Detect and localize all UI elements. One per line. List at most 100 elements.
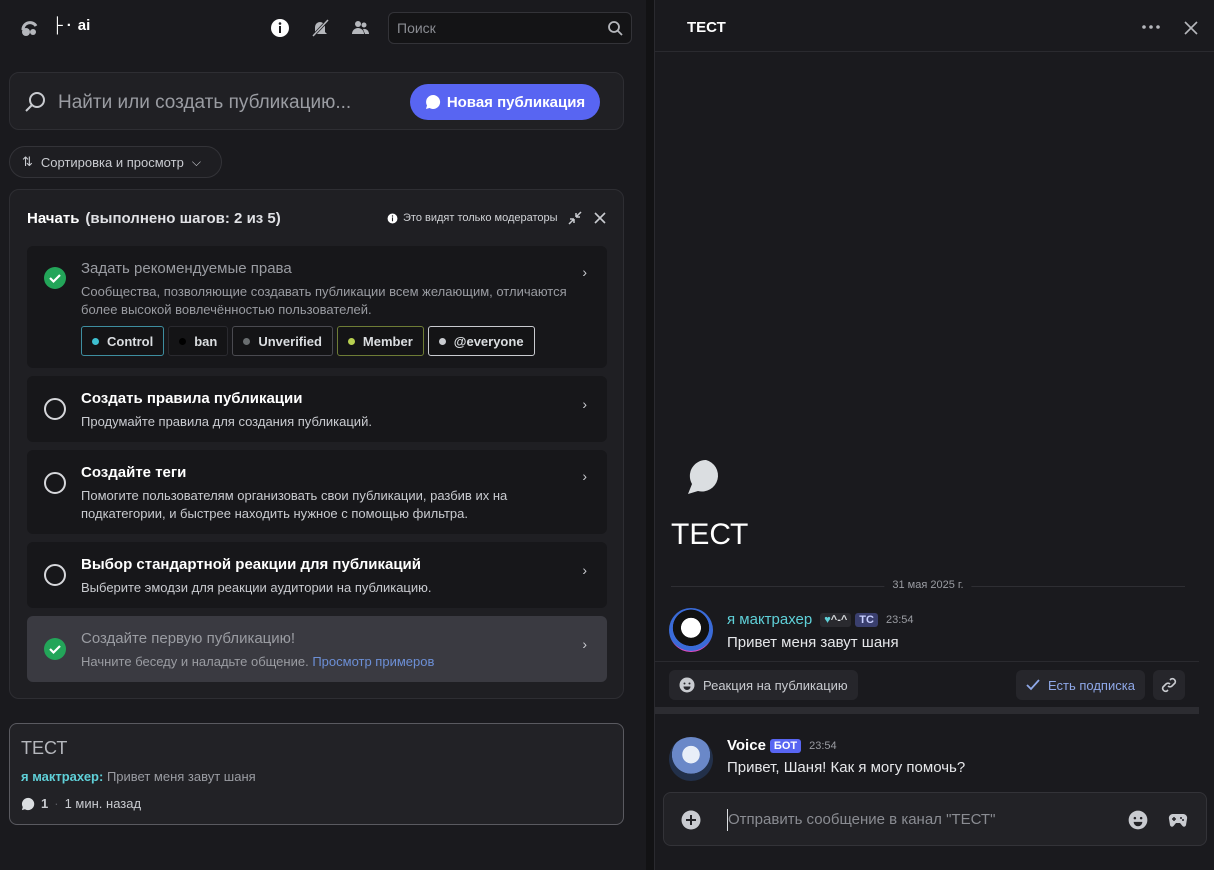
onboarding-progress: (выполнено шагов: 2 из 5) <box>85 210 281 227</box>
reply-count: 1 <box>41 796 49 811</box>
chevron-right-icon: › <box>582 636 587 652</box>
chevron-down-icon: ⌵ <box>191 154 201 169</box>
search-placeholder: Поиск <box>397 20 436 36</box>
role-name: Member <box>362 333 413 349</box>
forum-channel-icon <box>21 21 38 36</box>
members-icon[interactable] <box>349 17 371 39</box>
view-examples-link[interactable]: Просмотр примеров <box>312 654 434 669</box>
checkmark-icon <box>1026 679 1040 691</box>
post-card[interactable]: ТЕСТ я мактрахер: Привет меня завут шаня… <box>9 723 624 825</box>
avatar[interactable] <box>669 608 713 652</box>
chat-bubble-icon <box>425 94 440 109</box>
onboarding-step-tags[interactable]: Создайте теги Помогите пользователям орг… <box>27 450 607 534</box>
chevron-right-icon: › <box>582 468 587 484</box>
message-header: Voice БОТ 23:54 <box>727 737 837 754</box>
emoji-icon[interactable] <box>1128 810 1148 830</box>
onboarding-step-permissions[interactable]: Задать рекомендуемые права Сообщества, п… <box>27 246 607 368</box>
pane-divider[interactable] <box>646 0 654 870</box>
thread-header: ТЕСТ <box>655 0 1214 52</box>
add-attachment-icon[interactable] <box>681 810 701 830</box>
role-name: @everyone <box>453 333 524 349</box>
onboarding-step-first-post[interactable]: Создайте первую публикацию! Начните бесе… <box>27 616 607 682</box>
badge-text: ^-^ <box>830 613 848 626</box>
message: Voice БОТ 23:54 Привет, Шаня! Как я могу… <box>669 735 1199 785</box>
message-composer[interactable]: Отправить сообщение в канал "ТЕСТ" <box>663 792 1207 846</box>
thread-bubble-icon <box>688 459 719 494</box>
close-icon[interactable] <box>1184 21 1198 35</box>
circle-icon <box>44 564 66 586</box>
message-time: 23:54 <box>809 739 837 752</box>
forum-topbar: ├ · ai Поиск <box>0 0 646 56</box>
info-icon[interactable] <box>269 17 291 39</box>
forum-search-placeholder: Найти или создать публикацию... <box>58 92 352 113</box>
date-label: 31 мая 2025 г. <box>884 579 972 591</box>
role-chip[interactable]: Unverified <box>232 326 333 356</box>
step-title: Создайте теги <box>81 464 187 481</box>
search-input[interactable]: Поиск <box>388 12 632 44</box>
copy-link-button[interactable] <box>1153 670 1185 700</box>
step-title: Создайте первую публикацию! <box>81 630 296 647</box>
thread-pane: ТЕСТ ТЕСТ 31 мая 2025 г. я мактрахер ♥^-… <box>654 0 1214 870</box>
more-icon[interactable] <box>1141 20 1161 34</box>
search-icon <box>608 21 623 36</box>
role-list: Control ban Unverified Member @everyone <box>81 326 535 356</box>
step-title: Выбор стандартной реакции для публикаций <box>81 556 421 573</box>
role-chip[interactable]: Member <box>336 326 424 356</box>
step-title: Задать рекомендуемые права <box>81 260 292 277</box>
step-desc: Сообщества, позволяющие создавать публик… <box>81 284 567 317</box>
react-label: Реакция на публикацию <box>703 677 848 693</box>
step-title: Создать правила публикации <box>81 390 303 407</box>
gamepad-icon[interactable] <box>1168 811 1188 829</box>
onboarding-step-reaction[interactable]: Выбор стандартной реакции для публикаций… <box>27 542 607 608</box>
message: я мактрахер ♥^-^ TC 23:54 Привет меня за… <box>669 606 1199 656</box>
check-icon <box>44 267 66 289</box>
circle-icon <box>44 398 66 420</box>
sort-label: Сортировка и просмотр <box>40 154 184 170</box>
message-text: Привет, Шаня! Как я могу помочь? <box>727 759 966 776</box>
moderator-note: Это видят только модераторы <box>387 212 558 224</box>
check-icon <box>44 638 66 660</box>
chat-bubble-icon <box>21 797 35 810</box>
post-actions: Реакция на публикацию Есть подписка <box>655 661 1199 713</box>
step-desc: Помогите пользователям организовать свои… <box>81 488 508 521</box>
step-desc: Начните беседу и наладьте общение. Просм… <box>81 653 591 671</box>
info-icon <box>387 213 398 223</box>
channel-title: ├ · ai <box>52 17 90 34</box>
new-post-label: Новая публикация <box>446 93 586 111</box>
moderator-note-text: Это видят только модераторы <box>403 212 558 224</box>
react-button[interactable]: Реакция на публикацию <box>669 670 858 700</box>
new-post-button[interactable]: Новая публикация <box>410 84 600 120</box>
op-tag: TC <box>855 612 878 627</box>
onboarding-step-rules[interactable]: Создать правила публикации Продумайте пр… <box>27 376 607 442</box>
author-name[interactable]: Voice <box>727 737 766 754</box>
message-header: я мактрахер ♥^-^ TC 23:54 <box>727 611 914 628</box>
mute-bell-icon[interactable] <box>309 17 331 39</box>
author-name[interactable]: я мактрахер <box>727 611 812 628</box>
avatar[interactable] <box>669 737 713 781</box>
role-name: Control <box>107 333 154 349</box>
onboarding-title: Начать (выполнено шагов: 2 из 5) <box>27 210 281 227</box>
thread-separator <box>655 707 1199 714</box>
search-icon <box>25 92 45 112</box>
role-chip[interactable]: @everyone <box>427 326 535 356</box>
link-icon <box>1161 677 1177 693</box>
chevron-right-icon: › <box>582 562 587 578</box>
thread-title: ТЕСТ <box>671 518 749 551</box>
onboarding-title-text: Начать <box>27 210 80 227</box>
step-desc-text: Начните беседу и наладьте общение. <box>81 654 309 669</box>
subscribed-button[interactable]: Есть подписка <box>1016 670 1145 700</box>
post-preview-text: Привет меня завут шаня <box>106 769 256 784</box>
forum-pane: ├ · ai Поиск Найти или создать публикаци… <box>0 0 646 870</box>
role-chip[interactable]: Control <box>81 326 165 356</box>
close-icon[interactable] <box>594 212 606 224</box>
collapse-icon[interactable] <box>568 211 582 225</box>
role-chip[interactable]: ban <box>168 326 229 356</box>
channel-name: ai <box>77 17 91 34</box>
channel-prefix: ├ · <box>52 17 72 34</box>
sort-view-button[interactable]: ⇅ Сортировка и просмотр ⌵ <box>9 146 222 178</box>
chevron-right-icon: › <box>582 396 587 412</box>
date-separator: 31 мая 2025 г. <box>671 579 1185 591</box>
sort-arrows-icon: ⇅ <box>22 154 33 169</box>
user-badge: ♥^-^ <box>820 612 852 627</box>
forum-search-box[interactable]: Найти или создать публикацию... Новая пу… <box>9 72 624 130</box>
